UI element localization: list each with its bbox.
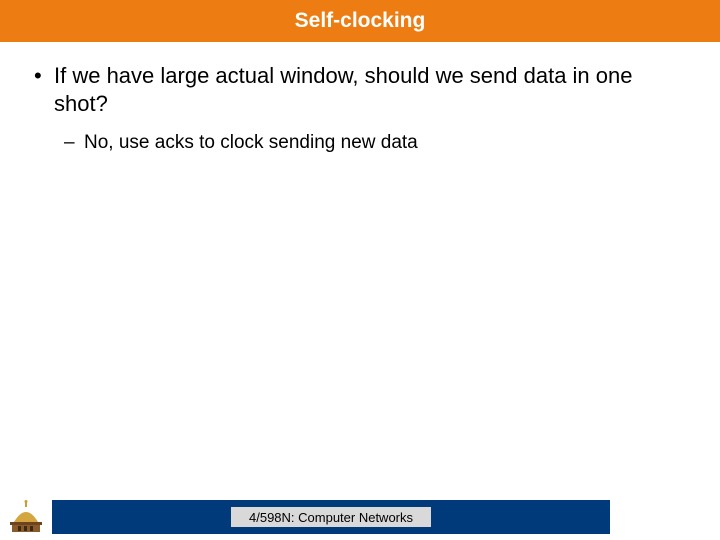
sub-bullet-marker: – xyxy=(64,130,84,156)
footer-tail xyxy=(610,500,720,534)
sub-bullet-text: No, use acks to clock sending new data xyxy=(84,130,418,156)
sub-bullet-item: – No, use acks to clock sending new data xyxy=(64,130,690,156)
bullet-text: If we have large actual window, should w… xyxy=(54,62,690,118)
bullet-marker: • xyxy=(30,62,54,90)
footer-logo xyxy=(0,500,52,534)
dome-icon xyxy=(6,500,46,534)
slide-footer: 4/598N: Computer Networks xyxy=(0,500,720,534)
footer-bar: 4/598N: Computer Networks xyxy=(52,500,610,534)
slide-body: • If we have large actual window, should… xyxy=(0,42,720,156)
footer-label: 4/598N: Computer Networks xyxy=(231,507,431,527)
footer-label-text: 4/598N: Computer Networks xyxy=(249,510,413,525)
slide-title: Self-clocking xyxy=(295,9,426,33)
bullet-item: • If we have large actual window, should… xyxy=(30,62,690,118)
title-bar: Self-clocking xyxy=(0,0,720,42)
